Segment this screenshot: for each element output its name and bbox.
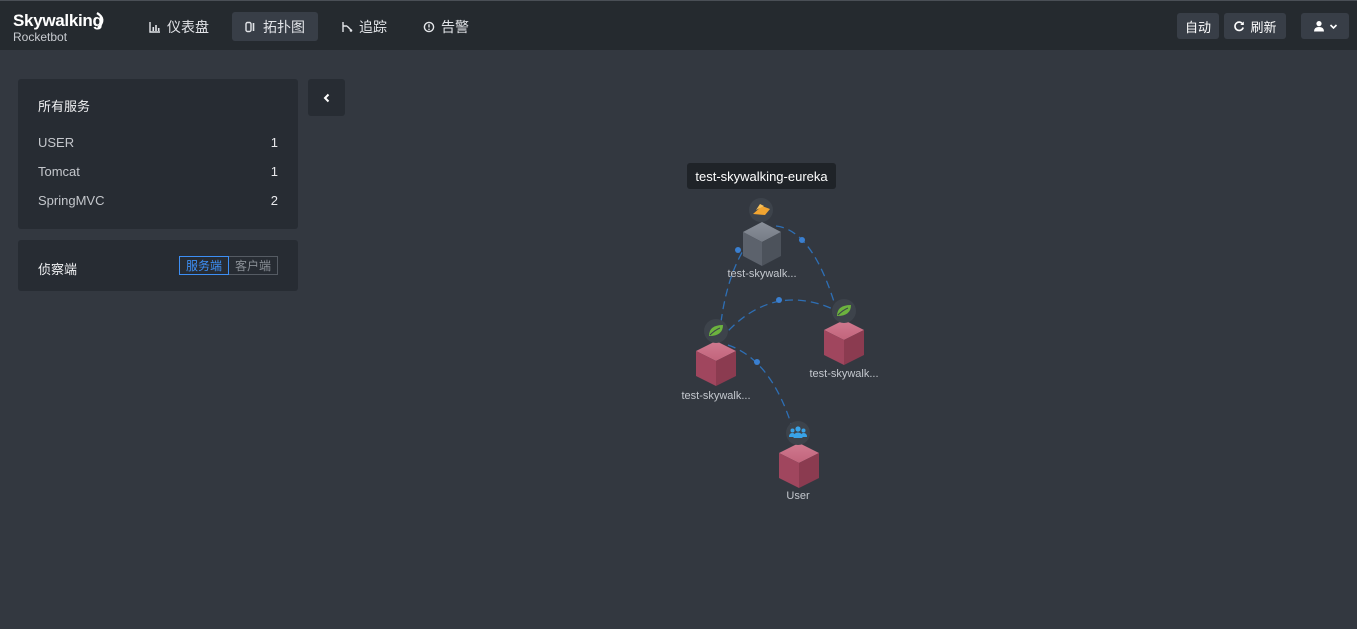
topology-link[interactable] [719,299,836,341]
node-label: test-skywalk... [727,268,797,280]
link-call-dot[interactable] [735,247,741,253]
link-call-dot[interactable] [776,297,782,303]
topology-node[interactable] [824,299,864,365]
topology-node[interactable] [743,198,781,266]
link-call-dot[interactable] [754,359,760,365]
node-label: test-skywalk... [809,368,879,380]
node-tooltip: test-skywalking-eureka [687,163,836,189]
cube-shape [696,341,736,386]
link-call-dot[interactable] [799,237,805,243]
node-label: User [786,490,810,502]
cube-shape [824,320,864,365]
topology-graph[interactable] [0,0,1357,629]
cube-shape [743,222,781,266]
topology-link[interactable] [727,344,794,431]
topology-link[interactable] [775,225,836,306]
node-label: test-skywalk... [681,390,751,402]
cube-shape [779,443,819,488]
topology-node[interactable] [779,421,819,488]
